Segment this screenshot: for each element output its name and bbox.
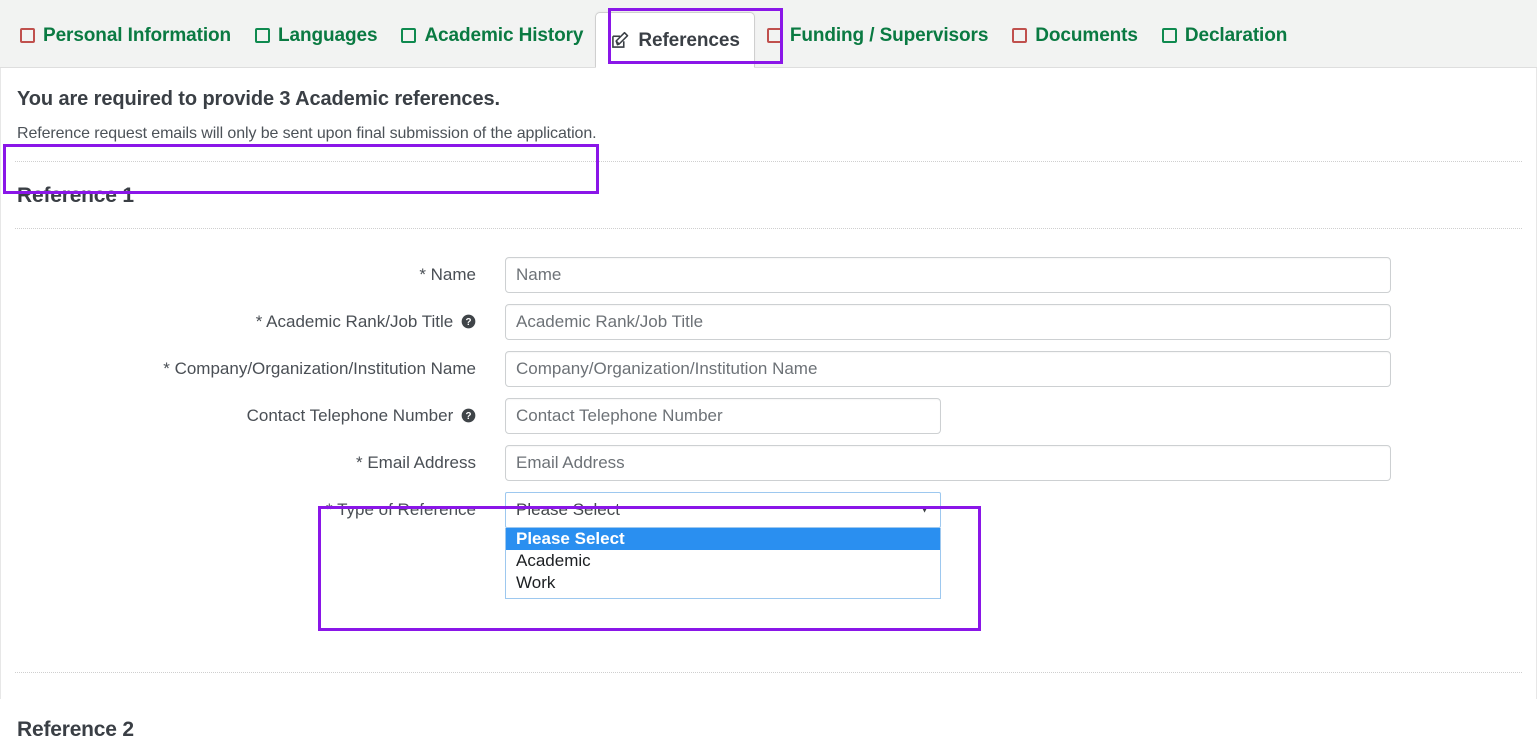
unchecked-checkbox-icon <box>766 27 782 43</box>
tab-label: Documents <box>1035 24 1138 46</box>
reference-emails-subtext: Reference request emails will only be se… <box>17 125 597 142</box>
tab-label: Academic History <box>424 24 584 46</box>
help-icon[interactable]: ? <box>461 314 476 329</box>
label-email: * Email Address <box>356 453 476 472</box>
tab-funding-supervisors[interactable]: Funding / Supervisors <box>755 9 1000 61</box>
unchecked-checkbox-icon <box>20 27 35 43</box>
label-type-of-reference: * Type of Reference <box>326 500 476 519</box>
label-academic-rank: * Academic Rank/Job Title ? <box>15 304 505 340</box>
type-of-reference-selected-value: Please Select <box>516 500 620 519</box>
option-work[interactable]: Work <box>506 572 940 594</box>
label-telephone-text: Contact Telephone Number <box>246 406 454 425</box>
label-organization: * Company/Organization/Institution Name <box>163 359 476 378</box>
tab-label: Languages <box>278 24 378 46</box>
tab-personal-information[interactable]: Personal Information <box>8 9 243 61</box>
unchecked-checkbox-icon <box>1012 27 1028 43</box>
divider-above-reference-2 <box>15 672 1522 673</box>
reference-1-form: * Name * Academic Rank/Job Title ? * Com… <box>15 229 1522 599</box>
wizard-tab-bar: Personal Information Languages Academic … <box>0 0 1537 68</box>
telephone-input[interactable] <box>505 398 941 434</box>
form-row-academic-rank: * Academic Rank/Job Title ? <box>15 304 1522 340</box>
form-row-name: * Name <box>15 257 1522 293</box>
tab-label: References <box>638 29 740 51</box>
references-panel: You are required to provide 3 Academic r… <box>0 68 1537 741</box>
form-row-telephone: Contact Telephone Number ? <box>15 398 1522 434</box>
academic-rank-input[interactable] <box>505 304 1391 340</box>
option-academic[interactable]: Academic <box>506 550 940 572</box>
option-please-select[interactable]: Please Select <box>506 528 940 550</box>
tab-declaration[interactable]: Declaration <box>1150 9 1299 61</box>
tab-references[interactable]: References <box>595 12 755 68</box>
tab-label: Funding / Supervisors <box>789 24 989 46</box>
name-input[interactable] <box>505 257 1391 293</box>
form-row-organization: * Company/Organization/Institution Name <box>15 351 1522 387</box>
label-name: * Name <box>419 265 476 284</box>
tab-label: Personal Information <box>43 24 232 46</box>
organization-input[interactable] <box>505 351 1391 387</box>
tab-academic-history[interactable]: Academic History <box>389 9 595 61</box>
tab-label: Declaration <box>1184 24 1288 46</box>
required-references-notice: You are required to provide 3 Academic r… <box>17 88 500 110</box>
type-of-reference-select[interactable]: Please Select ▼ <box>505 492 941 528</box>
tab-documents[interactable]: Documents <box>1000 9 1150 61</box>
edit-pencil-icon <box>612 31 629 48</box>
email-input[interactable] <box>505 445 1391 481</box>
form-row-type-of-reference: * Type of Reference Please Select ▼ Plea… <box>15 492 1522 599</box>
help-icon[interactable]: ? <box>461 408 476 423</box>
label-telephone: Contact Telephone Number ? <box>15 398 505 434</box>
chevron-down-icon: ▼ <box>919 503 930 516</box>
unchecked-checkbox-icon <box>401 27 417 43</box>
type-of-reference-option-list[interactable]: Please Select Academic Work <box>505 528 941 599</box>
label-academic-rank-text: * Academic Rank/Job Title <box>255 312 454 331</box>
form-row-email: * Email Address <box>15 445 1522 481</box>
section-title-reference-1: Reference 1 <box>17 184 134 207</box>
svg-text:?: ? <box>465 317 471 328</box>
tab-languages[interactable]: Languages <box>243 9 389 61</box>
notice-block: You are required to provide 3 Academic r… <box>15 68 1522 143</box>
unchecked-checkbox-icon <box>1161 27 1177 43</box>
svg-text:?: ? <box>465 411 471 422</box>
unchecked-checkbox-icon <box>255 27 271 43</box>
section-title-reference-2: Reference 2 <box>17 718 134 741</box>
